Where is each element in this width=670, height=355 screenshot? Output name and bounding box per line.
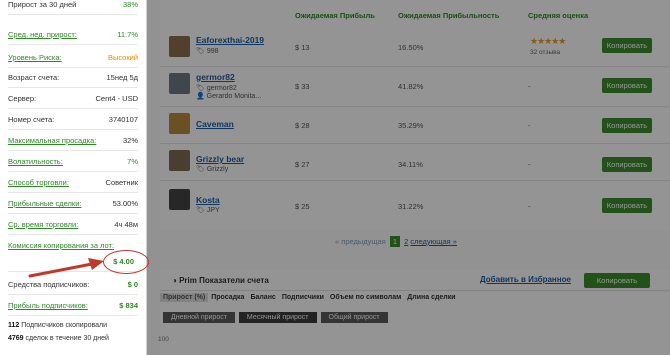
- stat-value: 38%: [122, 0, 138, 9]
- stat-row: Прирост за 30 дней 38%: [8, 0, 138, 15]
- stat-label: Средства подписчиков:: [8, 280, 90, 289]
- stat-row: Способ торговли: Советник: [8, 172, 138, 193]
- stat-label-link[interactable]: Волатильность:: [8, 157, 63, 166]
- stat-value: Cent4 - USD: [95, 94, 138, 103]
- stat-label-link[interactable]: Прибыльные сделки:: [8, 199, 82, 208]
- stat-label-link[interactable]: Сред. нед. прирост:: [8, 30, 77, 39]
- stat-label-link[interactable]: Комиссия копирования за лот:: [8, 241, 114, 250]
- stat-row: Возраст счета: 15нед 5д: [8, 67, 138, 88]
- stat-value: 32%: [122, 136, 138, 145]
- stat-row: Прибыльные сделки: 53.00%: [8, 193, 138, 214]
- stat-label: Возраст счета:: [8, 73, 60, 82]
- stat-label-link[interactable]: Ср. время торговли:: [8, 220, 78, 229]
- deals-text: сделок в течение 30 дней: [25, 335, 109, 342]
- stat-label-link[interactable]: Прибыль подписчиков:: [8, 301, 88, 310]
- stat-label-link[interactable]: Уровень Риска:: [8, 53, 62, 62]
- stat-row: Уровень Риска: Высокий: [8, 47, 138, 68]
- stat-value: 53.00%: [112, 199, 138, 208]
- stat-row: Номер счета: 3740107: [8, 109, 138, 130]
- subscribers-text: Подписчиков скопировали: [21, 322, 108, 329]
- stat-value: Высокий: [107, 53, 138, 62]
- deals-summary: 4769 сделок в течение 30 дней: [8, 335, 140, 342]
- stat-value: 7%: [127, 157, 138, 166]
- red-arrow-annotation: [28, 258, 104, 278]
- stat-row: Сред. нед. прирост: 11.7%: [8, 24, 138, 45]
- subscribers-summary: 112 Подписчиков скопировали: [8, 322, 140, 329]
- stat-label-link[interactable]: Максимальная просадка:: [8, 136, 96, 145]
- stat-value: 11.7%: [117, 30, 138, 39]
- stat-row: Прибыль подписчиков: $ 834: [8, 295, 138, 316]
- stat-value: 15нед 5д: [106, 73, 139, 82]
- stat-row: Ср. время торговли: 4ч 48м: [8, 214, 138, 235]
- stat-value: 3740107: [108, 115, 138, 124]
- stat-row: Волатильность: 7%: [8, 151, 138, 172]
- stat-row: Сервер: Cent4 - USD: [8, 88, 138, 109]
- deals-count: 4769: [8, 335, 24, 342]
- stat-row: Максимальная просадка: 32%: [8, 130, 138, 151]
- stat-label: Прирост за 30 дней: [8, 0, 77, 9]
- stat-value: Советник: [105, 178, 138, 187]
- stat-label-link[interactable]: Способ торговли:: [8, 178, 69, 187]
- stat-label: Номер счета:: [8, 115, 55, 124]
- account-info-panel: Прирост за 30 дней 38% Сред. нед. прирос…: [0, 0, 149, 355]
- highlight-circle: [103, 250, 149, 274]
- subscribers-count: 112: [8, 322, 20, 329]
- stat-value: $ 0: [127, 280, 138, 289]
- stat-value: 4ч 48м: [114, 220, 138, 229]
- stat-label: Сервер:: [8, 94, 37, 103]
- stat-value: $ 834: [119, 301, 138, 310]
